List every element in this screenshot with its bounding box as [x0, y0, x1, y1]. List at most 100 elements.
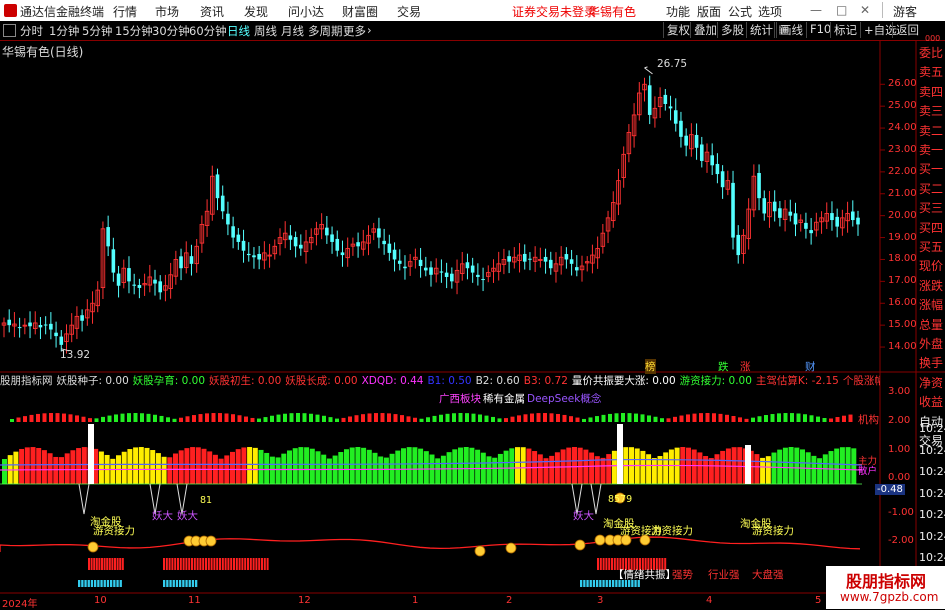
right-panel-label[interactable]: 买一	[919, 160, 945, 177]
chart-area[interactable]	[0, 40, 945, 609]
jigou-bar	[660, 418, 664, 422]
marker-bang[interactable]: 榜	[645, 359, 656, 374]
indicator-bar	[765, 456, 771, 484]
right-panel-label[interactable]: 卖四	[919, 83, 945, 100]
mark-button[interactable]: 标记	[830, 22, 857, 38]
period-weekly[interactable]: 周线	[254, 23, 277, 39]
menu-zixun[interactable]: 资讯	[200, 3, 224, 20]
concept-guangxi[interactable]: 广西板块	[439, 391, 481, 406]
menu-wenxiaoda[interactable]: 问小达	[288, 3, 324, 20]
multi-stock-button[interactable]: 多股	[717, 22, 744, 38]
right-panel-label[interactable]: 换手	[919, 354, 945, 371]
period-multi[interactable]: 多周期	[308, 23, 343, 39]
candle-body-down	[736, 234, 741, 256]
formula-button[interactable]: 公式	[728, 3, 752, 20]
candle-body-down	[377, 228, 381, 238]
indicator-bar	[463, 447, 469, 484]
jigou-bar	[302, 413, 307, 422]
close-icon[interactable]: ✕	[860, 3, 870, 17]
function-button[interactable]: 功能	[666, 3, 690, 20]
menu-caifuquan[interactable]: 财富圈	[342, 3, 378, 20]
right-panel-label[interactable]: 现价	[919, 257, 945, 274]
period-30min[interactable]: 30分钟	[152, 23, 190, 39]
right-panel-label[interactable]: 涨跌	[919, 277, 945, 294]
red-signal-bar	[103, 558, 106, 570]
right-panel-label[interactable]: 买五	[919, 238, 945, 255]
jigou-bar	[23, 416, 27, 422]
menu-jiaoyi[interactable]: 交易	[397, 3, 421, 20]
candle-body-down	[450, 273, 454, 282]
candle-body-down	[444, 272, 449, 277]
jigou-bar	[237, 415, 242, 422]
right-panel-label[interactable]: 买三	[919, 199, 945, 216]
candle-body-down	[715, 163, 720, 175]
marker-zhang[interactable]: 涨	[740, 359, 751, 374]
red-signal-bar	[199, 558, 202, 570]
period-monthly[interactable]: 月线	[281, 23, 304, 39]
concept-xiyou[interactable]: 稀有金属	[483, 391, 525, 406]
chevron-right-icon[interactable]: ›	[367, 23, 372, 37]
toggle-panel-icon[interactable]	[3, 24, 16, 37]
indicator-bar	[247, 447, 253, 484]
right-panel-label[interactable]: 涨幅	[919, 296, 945, 313]
fuquan-button[interactable]: 复权	[663, 22, 690, 38]
right-panel-label[interactable]: 委比	[919, 44, 945, 61]
statistics-button[interactable]: 统计	[746, 22, 773, 38]
right-panel-label[interactable]: 买二	[919, 180, 945, 197]
login-warning[interactable]: 证券交易未登录	[512, 3, 596, 20]
red-signal-bar	[221, 558, 224, 570]
red-signal-bar	[101, 558, 103, 570]
candle-body-down	[49, 323, 53, 330]
right-panel-label[interactable]: 外盘	[919, 335, 945, 352]
period-more[interactable]: 更多	[343, 23, 366, 39]
back-button[interactable]: 返回	[892, 22, 919, 38]
right-panel-label[interactable]: 收益	[919, 393, 945, 410]
xaxis-label-2024: 2024年	[2, 599, 38, 610]
period-1min[interactable]: 1分钟	[49, 23, 79, 39]
indicator-bar	[173, 453, 178, 484]
red-signal-bar	[116, 558, 119, 570]
menu-faxian[interactable]: 发现	[244, 3, 268, 20]
jigou-bar	[88, 418, 92, 422]
app-title: 通达信金融终端	[20, 5, 105, 19]
marker-cai[interactable]: 财	[805, 359, 816, 374]
right-panel-label[interactable]: 卖一	[919, 141, 945, 158]
candle-body-down	[569, 259, 574, 264]
indicator-bar	[606, 454, 612, 484]
jigou-bar	[179, 417, 183, 422]
jigou-bar	[328, 417, 333, 422]
f10-button[interactable]: F10	[806, 22, 831, 38]
right-panel-label[interactable]: 卖三	[919, 102, 945, 119]
draw-line-button[interactable]: 画线	[776, 22, 803, 38]
right-panel-label[interactable]: 买四	[919, 219, 945, 236]
jigou-bar	[471, 413, 476, 422]
marker-die[interactable]: 跌	[718, 359, 729, 374]
right-panel-label[interactable]: 净资	[919, 374, 945, 391]
right-panel-label[interactable]: 总量	[919, 316, 945, 333]
indicator-bar	[817, 458, 823, 484]
candle-body-down	[189, 256, 194, 264]
menu-hangqing[interactable]: 行情	[113, 3, 137, 20]
cyan-signal-bar	[586, 580, 589, 587]
indicator-bar	[515, 447, 520, 484]
concept-deepseek[interactable]: DeepSeek概念	[527, 391, 601, 406]
right-panel-label[interactable]: 卖五	[919, 63, 945, 80]
indicator-bar	[372, 452, 378, 484]
candle-body-down	[522, 253, 527, 262]
guest-button[interactable]: 游客	[893, 3, 917, 20]
period-60min[interactable]: 60分钟	[189, 23, 227, 39]
overlay-button[interactable]: 叠加	[690, 22, 717, 38]
maximize-icon[interactable]: □	[836, 3, 847, 17]
period-5min[interactable]: 5分钟	[82, 23, 112, 39]
menu-shichang[interactable]: 市场	[155, 3, 179, 20]
indicator-bar	[2, 459, 7, 484]
period-daily[interactable]: 日线	[227, 23, 250, 39]
minimize-icon[interactable]: —	[810, 3, 822, 17]
right-panel-label[interactable]: 卖二	[919, 122, 945, 139]
period-15min[interactable]: 15分钟	[115, 23, 153, 39]
options-button[interactable]: 选项	[758, 3, 782, 20]
period-fenshi[interactable]: 分时	[20, 23, 43, 39]
layout-button[interactable]: 版面	[697, 3, 721, 20]
jigou-bar	[159, 415, 164, 422]
indicator-bar	[218, 458, 224, 484]
